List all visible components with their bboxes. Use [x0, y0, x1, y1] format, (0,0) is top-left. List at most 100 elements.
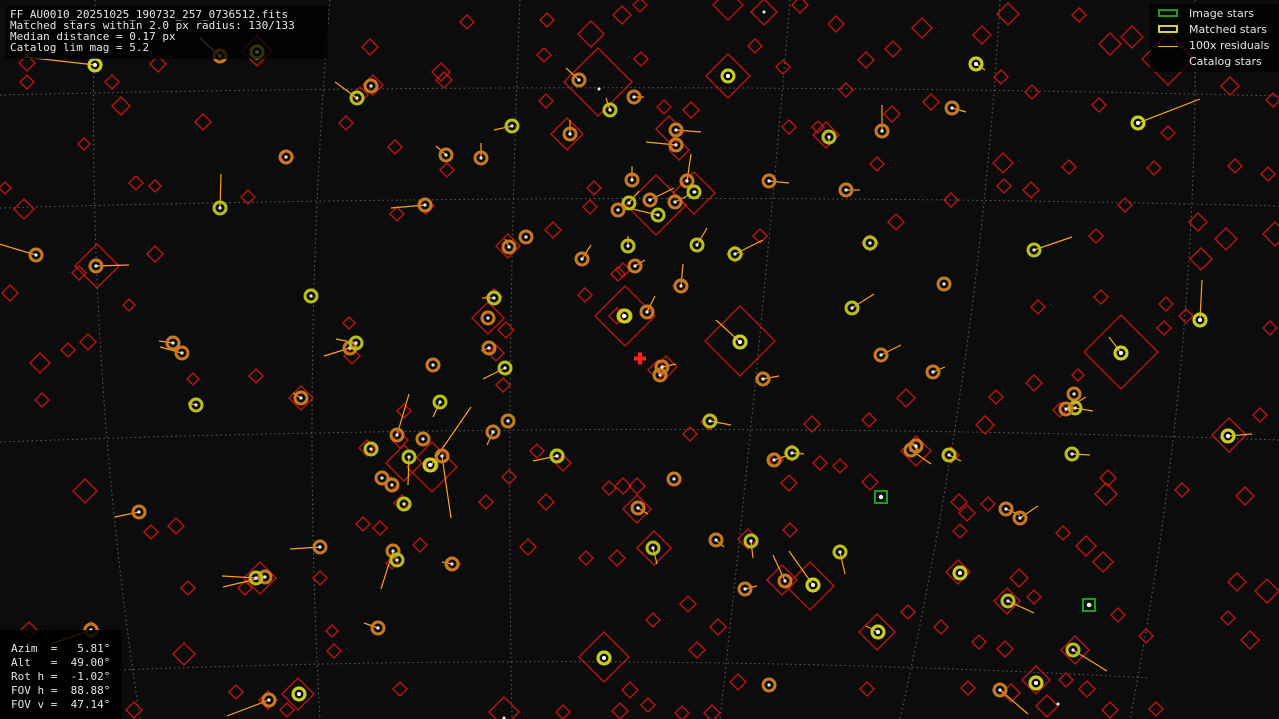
matched-star-core: [440, 454, 444, 458]
catalog-star: [0, 283, 20, 303]
catalog-star: [774, 58, 792, 76]
catalog-star: [538, 11, 556, 29]
grid-line: [0, 428, 1279, 443]
matched-star-core: [645, 310, 649, 314]
catalog-star: [860, 411, 878, 429]
background-star: [568, 132, 572, 136]
matched-star-core: [761, 377, 765, 381]
header-info-panel: FF_AU0010_20251025_190732_257_0736512.fi…: [6, 6, 328, 59]
matched-star-core: [743, 587, 747, 591]
catalog-star: [354, 515, 372, 533]
grid-line: [311, 0, 331, 719]
matched-star-core: [673, 200, 677, 204]
background-star: [693, 190, 697, 194]
matched-star-core: [421, 437, 425, 441]
matched-star-core: [577, 78, 581, 82]
catalog-star: [1157, 295, 1175, 313]
matched-star-markers: [28, 44, 1236, 708]
catalog-star: [610, 701, 630, 719]
catalog-star: [1100, 700, 1120, 719]
catalog-star: [1219, 609, 1237, 627]
residual-line-swatch-icon: [1158, 46, 1178, 47]
grid-line: [1129, 0, 1196, 719]
matched-star-core: [254, 576, 258, 580]
matched-star-core: [602, 656, 606, 660]
matched-star-core: [695, 243, 699, 247]
catalog-star: [518, 537, 538, 557]
matched-star-core: [651, 546, 655, 550]
matched-star-core: [679, 284, 683, 288]
matched-star-core: [660, 365, 664, 369]
matched-star-core: [633, 264, 637, 268]
matched-star-core: [868, 241, 872, 245]
matched-star-core: [580, 257, 584, 261]
matched-star-core: [876, 630, 880, 634]
catalog-star: [673, 704, 691, 719]
matched-star-core: [369, 447, 373, 451]
matched-star-core: [450, 562, 454, 566]
catalog-star: [899, 603, 917, 621]
matched-star-core: [380, 476, 384, 480]
catalog-star: [620, 680, 640, 700]
catalog-star: [324, 623, 340, 639]
catalog-star: [386, 138, 404, 156]
matched-star-core: [492, 296, 496, 300]
matched-star-core: [1071, 648, 1075, 652]
catalog-star: [921, 92, 941, 112]
catalog-star: [576, 286, 594, 304]
catalog-star: [1137, 627, 1155, 645]
catalog-star: [430, 61, 452, 83]
catalog-star: [1251, 406, 1269, 424]
catalog-star: [995, 177, 1013, 195]
matched-star-core: [914, 444, 918, 448]
legend-catalog-stars: Catalog stars: [1189, 55, 1262, 68]
matched-star-core: [376, 626, 380, 630]
azimuth: Azim = 5.81°: [11, 642, 111, 655]
catalog-star: [487, 695, 521, 719]
matched-star-core: [369, 84, 373, 88]
matched-star-core: [850, 306, 854, 310]
catalog-star: [147, 178, 163, 194]
catalog-star: [811, 454, 829, 472]
matched-star-core: [616, 208, 620, 212]
matched-star-core: [1070, 452, 1074, 456]
matched-star-core: [137, 510, 141, 514]
matched-star-core: [685, 179, 689, 183]
catalog-star: [18, 73, 36, 91]
catalog-star: [171, 641, 197, 667]
center-cross-icon: [634, 352, 646, 365]
catalog-star: [632, 50, 650, 68]
residual-line: [762, 375, 780, 380]
grid-line: [0, 197, 1279, 209]
matched-star-core: [510, 124, 514, 128]
catalog-star: [831, 457, 849, 475]
catalog-star: [103, 73, 121, 91]
catalog-star: [711, 0, 745, 22]
catalog-star: [371, 519, 389, 537]
matched-star-core: [507, 245, 511, 249]
catalog-star: [76, 136, 92, 152]
matched-star-core: [880, 129, 884, 133]
catalog-star: [790, 0, 810, 15]
catalog-star: [78, 332, 98, 352]
matched-star-core: [947, 453, 951, 457]
catalog-star: [1023, 83, 1041, 101]
matched-star-core: [284, 155, 288, 159]
pointing-info-panel: Azim = 5.81° Alt = 49.00° Rot h = -1.02°…: [0, 630, 122, 719]
catalog-star: [1097, 31, 1123, 57]
catalog-star: [1177, 307, 1195, 325]
matched-star-core: [626, 244, 630, 248]
catalog-star: [1261, 220, 1279, 248]
matched-star-core: [390, 483, 394, 487]
catalog-star: [549, 116, 585, 152]
matched-star-core: [503, 366, 507, 370]
legend-matched-stars: Matched stars: [1150, 22, 1279, 38]
matched-star-core: [1073, 406, 1077, 410]
catalog-star: [1239, 629, 1261, 651]
catalog-star: [12, 197, 36, 221]
matched-star-core: [555, 454, 559, 458]
catalog-star: [995, 639, 1015, 659]
catalog-star: [166, 516, 186, 536]
catalog-star: [970, 633, 988, 651]
grid-line: [119, 661, 1151, 679]
